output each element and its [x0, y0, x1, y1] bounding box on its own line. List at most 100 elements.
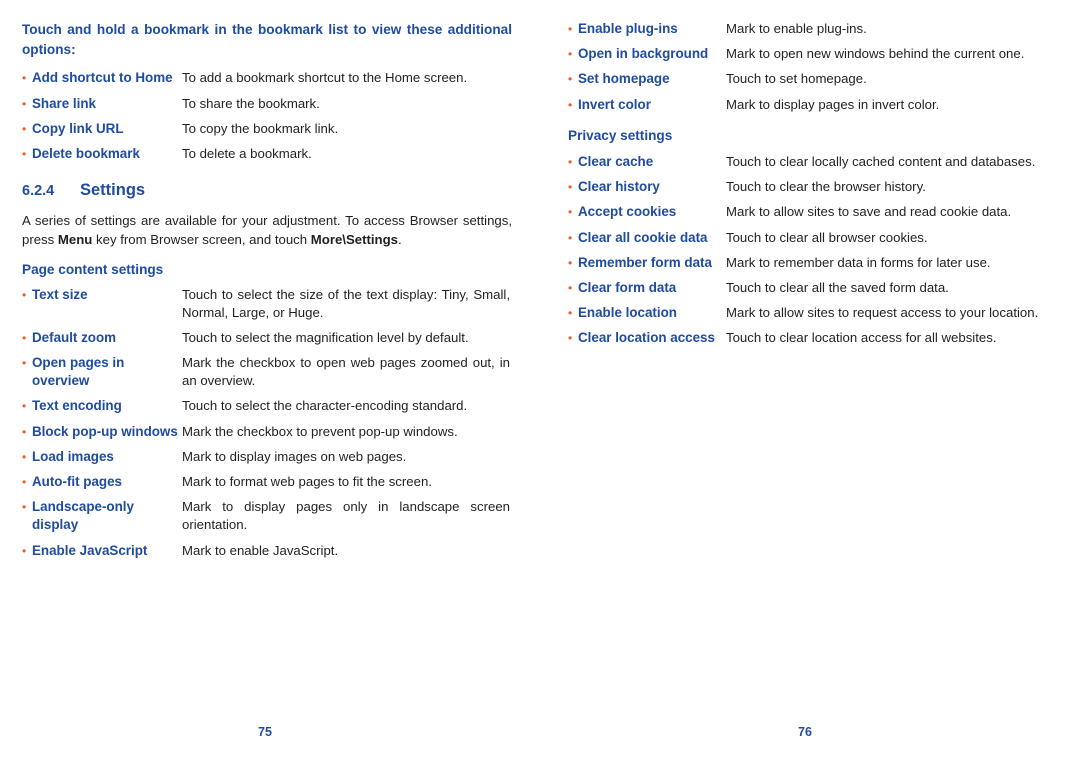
para-bold-more-settings: More\Settings	[310, 232, 398, 248]
list-item-desc: Touch to clear all browser cookies.	[726, 229, 928, 245]
list-item: • Block pop-up windows Mark the checkbox…	[22, 423, 510, 441]
para-bold-menu: Menu	[57, 232, 93, 248]
list-item-desc: To delete a bookmark.	[182, 146, 312, 162]
list-item-term: Clear form data	[578, 279, 677, 295]
list-item: • Open pages in overview Mark the checkb…	[22, 354, 510, 390]
list-item-desc: Mark to enable plug-ins.	[726, 21, 867, 36]
list-item: • Landscape-only display Mark to display…	[22, 498, 510, 534]
list-item-term: Enable JavaScript	[32, 542, 148, 558]
list-item: • Set homepage Touch to set homepage.	[568, 70, 1050, 88]
list-item-term: Open in background	[578, 46, 709, 62]
bullet-icon: •	[568, 22, 573, 36]
bullet-icon: •	[22, 355, 27, 370]
list-item-term: Clear all cookie data	[578, 229, 708, 245]
list-item-desc: Mark the checkbox to open web pages zoom…	[182, 354, 510, 388]
list-item-desc: To share the bookmark.	[182, 95, 320, 111]
bullet-icon: •	[22, 330, 27, 345]
list-item-term: Clear location access	[578, 330, 715, 346]
list-item-desc: Mark to enable JavaScript.	[182, 542, 339, 558]
list-item: • Delete bookmark To delete a bookmark.	[22, 145, 510, 163]
list-item: • Default zoom Touch to select the magni…	[22, 329, 510, 347]
bullet-icon: •	[568, 97, 573, 112]
list-item-term: Enable location	[578, 305, 677, 321]
list-item-term: Text encoding	[32, 398, 122, 414]
section-heading: 6.2.4 Settings	[22, 181, 510, 200]
list-item-desc: Mark to display images on web pages.	[182, 448, 407, 464]
list-item-term: Share link	[32, 95, 97, 111]
bullet-icon: •	[568, 180, 573, 195]
bullet-icon: •	[568, 230, 573, 245]
right-page: • Enable plug-ins Mark to enable plug-in…	[540, 0, 1080, 767]
list-item-term: Add shortcut to Home	[32, 70, 173, 86]
list-item: • Text encoding Touch to select the char…	[22, 397, 510, 415]
bookmark-options-intro-heading: Touch and hold a bookmark in the bookmar…	[22, 22, 512, 57]
left-page: Touch and hold a bookmark in the bookmar…	[0, 0, 540, 767]
page-content-settings-list: • Text size Touch to select the size of …	[22, 286, 510, 560]
list-item-desc: Mark to display pages in invert color.	[726, 96, 940, 112]
bullet-icon: •	[22, 147, 27, 162]
list-item-desc: Touch to clear all the saved form data.	[726, 279, 949, 295]
page-number: 75	[258, 725, 272, 739]
list-item: • Clear cache Touch to clear locally cac…	[568, 153, 1050, 171]
list-item-term: Copy link URL	[32, 120, 124, 136]
list-item-desc: Mark to open new windows behind the curr…	[726, 46, 1025, 62]
bullet-icon: •	[22, 71, 27, 86]
bullet-icon: •	[22, 449, 27, 464]
bullet-icon: •	[568, 255, 573, 270]
list-item: • Clear all cookie data Touch to clear a…	[568, 229, 1050, 247]
list-item: • Remember form data Mark to remember da…	[568, 254, 1050, 272]
list-item: • Enable JavaScript Mark to enable JavaS…	[22, 542, 510, 560]
page-number: 76	[798, 725, 812, 739]
list-item: • Enable location Mark to allow sites to…	[568, 304, 1050, 322]
bullet-icon: •	[22, 287, 27, 302]
list-item-desc: Touch to select the magnification level …	[182, 329, 469, 345]
list-item-desc: Mark to display pages only in landscape …	[182, 499, 510, 533]
list-item-term: Open pages in overview	[32, 354, 125, 389]
list-item-term: Set homepage	[578, 71, 670, 87]
bullet-icon: •	[568, 280, 573, 295]
list-item: • Clear form data Touch to clear all the…	[568, 279, 1050, 297]
list-item-term: Clear cache	[578, 153, 654, 169]
bullet-icon: •	[22, 474, 27, 489]
list-item-term: Enable plug-ins	[578, 21, 678, 36]
list-item-term: Text size	[32, 286, 88, 302]
section-title: Settings	[80, 181, 146, 200]
list-item-desc: Touch to clear the browser history.	[726, 179, 926, 195]
list-item: • Text size Touch to select the size of …	[22, 286, 510, 322]
bullet-icon: •	[22, 121, 27, 136]
list-item: • Open in background Mark to open new wi…	[568, 45, 1050, 63]
bullet-icon: •	[22, 543, 27, 558]
privacy-settings-list: • Clear cache Touch to clear locally cac…	[568, 153, 1050, 348]
list-item: • Enable plug-ins Mark to enable plug-in…	[568, 20, 1050, 38]
list-item-term: Clear history	[578, 179, 660, 195]
list-item: • Accept cookies Mark to allow sites to …	[568, 203, 1050, 221]
list-item-desc: Touch to select the size of the text dis…	[182, 286, 510, 320]
bookmark-options-list: • Add shortcut to Home To add a bookmark…	[22, 69, 510, 163]
list-item: • Copy link URL To copy the bookmark lin…	[22, 120, 510, 138]
page-content-settings-continued-list: • Enable plug-ins Mark to enable plug-in…	[568, 20, 1050, 114]
bullet-icon: •	[568, 154, 573, 169]
list-item: • Add shortcut to Home To add a bookmark…	[22, 69, 510, 87]
list-item-term: Landscape-only display	[32, 499, 134, 533]
list-item-desc: Touch to clear locally cached content an…	[726, 153, 1036, 169]
list-item-desc: Mark to remember data in forms for later…	[726, 254, 991, 270]
bullet-icon: •	[22, 96, 27, 111]
bullet-icon: •	[568, 205, 573, 220]
para-part-3: .	[397, 232, 402, 248]
list-item-term: Remember form data	[578, 254, 712, 270]
list-item: • Auto-fit pages Mark to format web page…	[22, 473, 510, 491]
list-item-term: Invert color	[578, 96, 651, 112]
list-item: • Clear history Touch to clear the brows…	[568, 178, 1050, 196]
list-item: • Share link To share the bookmark.	[22, 95, 510, 113]
list-item-desc: Touch to select the character-encoding s…	[182, 398, 468, 414]
bullet-icon: •	[22, 500, 27, 515]
para-part-2: key from Browser screen, and touch	[92, 232, 311, 248]
bullet-icon: •	[22, 399, 27, 414]
list-item: • Clear location access Touch to clear l…	[568, 329, 1050, 347]
privacy-settings-subheading: Privacy settings	[568, 127, 673, 143]
bullet-icon: •	[568, 72, 573, 87]
list-item: • Load images Mark to display images on …	[22, 448, 510, 466]
list-item-term: Auto-fit pages	[32, 473, 123, 489]
page-content-settings-subheading: Page content settings	[22, 261, 164, 277]
list-item-desc: To add a bookmark shortcut to the Home s…	[182, 70, 468, 86]
